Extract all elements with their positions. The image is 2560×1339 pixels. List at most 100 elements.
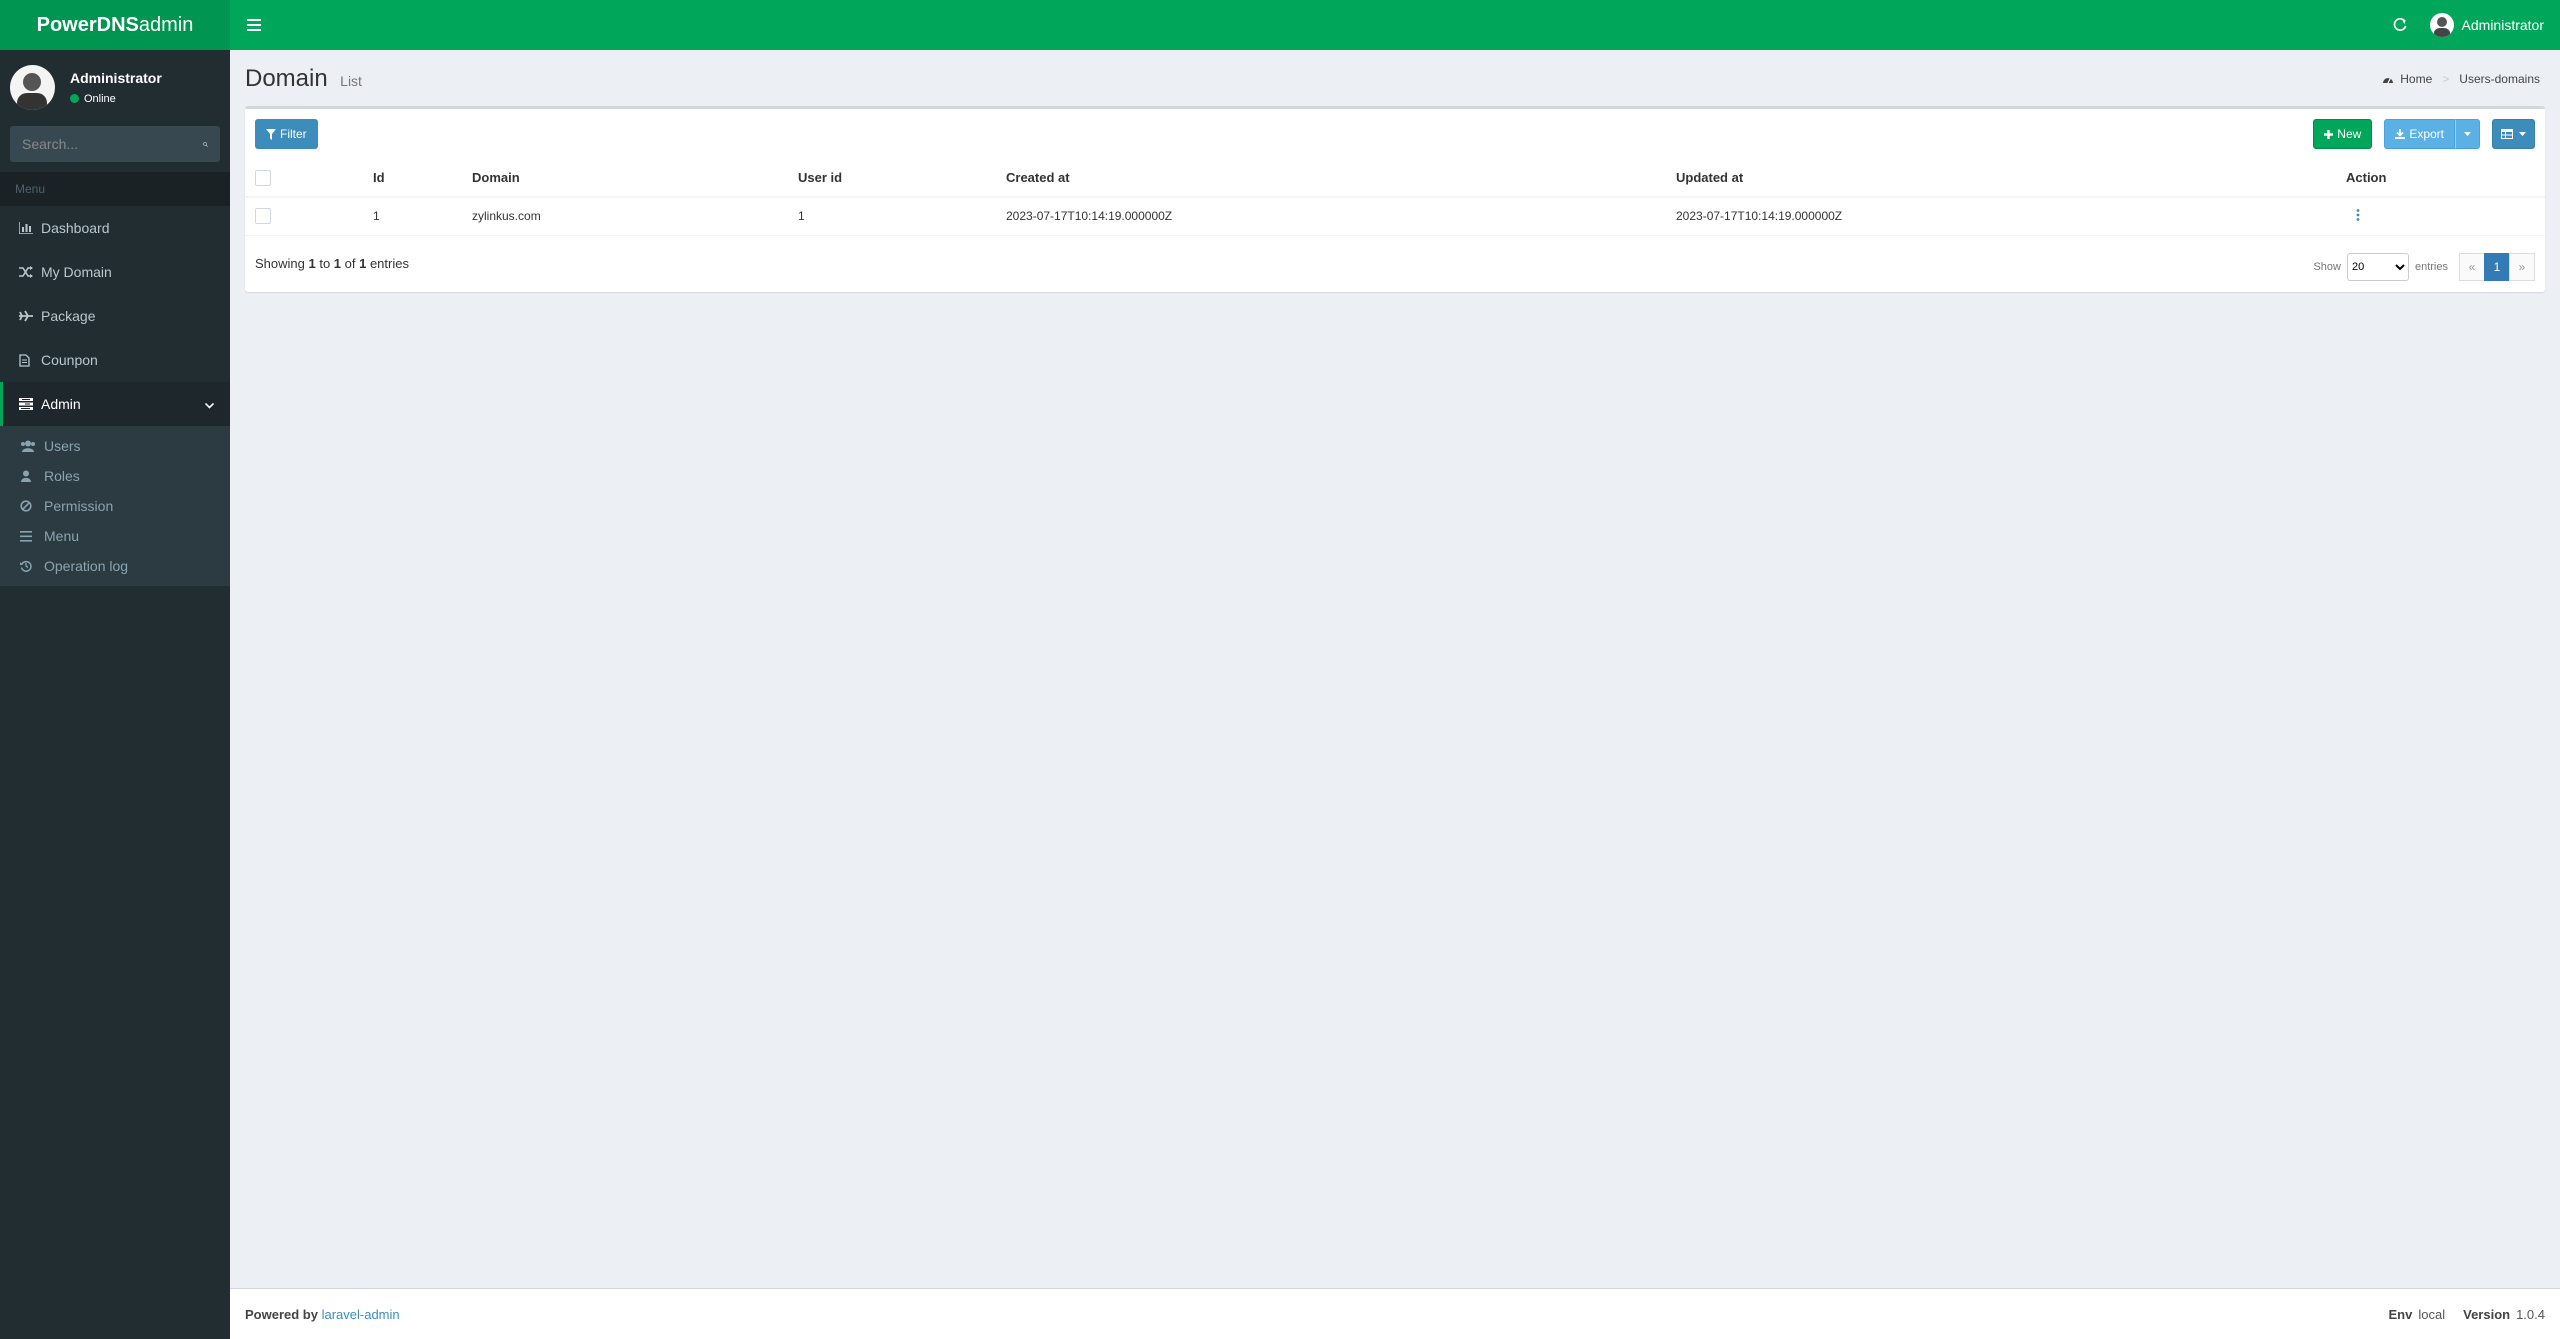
tasks-icon <box>19 398 33 410</box>
laravel-admin-link[interactable]: laravel-admin <box>322 1307 400 1322</box>
users-icon <box>21 440 35 452</box>
bars-icon <box>20 530 32 542</box>
cell-updated-at: 2023-07-17T10:14:19.000000Z <box>1676 197 2346 236</box>
column-header-domain[interactable]: Domain <box>472 159 798 198</box>
show-label: Show <box>2313 260 2341 273</box>
content-wrapper: Domain List Home > Users-domains Filter … <box>230 50 2560 1288</box>
column-header-action: Action <box>2346 159 2545 198</box>
new-button[interactable]: New <box>2313 119 2373 149</box>
user-menu[interactable]: Administrator <box>2420 13 2544 37</box>
column-header-id[interactable]: Id <box>373 159 472 198</box>
bar-chart-icon <box>19 222 33 234</box>
search-icon[interactable] <box>203 138 208 151</box>
breadcrumb-current: Users-domains <box>2459 72 2540 86</box>
row-actions-button[interactable] <box>2346 208 2360 224</box>
sidebar-item-my-domain[interactable]: My Domain <box>0 250 230 294</box>
sidebar-item-label: Users <box>44 438 81 454</box>
user-name: Administrator <box>2461 17 2544 33</box>
user-icon <box>21 470 31 482</box>
sidebar: Administrator Online Menu Dashboard My D… <box>0 50 230 1339</box>
logo-bold: PowerDNS <box>36 13 139 36</box>
cell-domain: zylinkus.com <box>472 197 798 236</box>
table-row: 1 zylinkus.com 1 2023-07-17T10:14:19.000… <box>245 197 2545 236</box>
per-page-select[interactable]: 20 <box>2346 252 2409 281</box>
entries-label: entries <box>2414 260 2448 273</box>
powered-by-label: Powered by <box>245 1306 318 1322</box>
online-dot-icon <box>70 94 79 103</box>
user-panel: Administrator Online <box>0 50 230 124</box>
page-subtitle: List <box>340 73 362 89</box>
logo-rest: admin <box>138 13 194 36</box>
history-icon <box>20 560 32 572</box>
env-label: Env <box>2388 1306 2413 1322</box>
summary-suffix: entries <box>366 256 409 271</box>
sidebar-item-admin[interactable]: Admin <box>0 382 230 426</box>
prev-page-button[interactable]: « <box>2459 252 2485 281</box>
data-table: Id Domain User id Created at Updated at … <box>245 159 2545 236</box>
export-button[interactable]: Export <box>2384 119 2455 149</box>
sidebar-item-label: Permission <box>44 498 114 514</box>
export-dropdown-toggle[interactable] <box>2455 119 2480 149</box>
sidebar-item-permission[interactable]: Permission <box>0 491 230 521</box>
cell-created-at: 2023-07-17T10:14:19.000000Z <box>1006 197 1676 236</box>
main-footer: Powered by laravel-admin Env local Versi… <box>230 1288 2560 1339</box>
sidebar-item-label: My Domain <box>41 264 112 280</box>
summary-to: 1 <box>333 256 342 271</box>
sidebar-toggle-button[interactable] <box>234 0 274 50</box>
sidebar-item-label: Package <box>41 308 96 324</box>
summary-from: 1 <box>308 256 316 271</box>
export-button-label: Export <box>2409 127 2444 141</box>
grid-toolbar: Filter New Export <box>245 109 2545 159</box>
plane-icon <box>19 310 33 322</box>
random-icon <box>19 266 33 278</box>
refresh-icon <box>2393 18 2407 32</box>
pagination: « 1 » <box>2459 252 2535 281</box>
sidebar-user-name: Administrator <box>70 69 162 86</box>
breadcrumb-home-link[interactable]: Home <box>2400 72 2432 86</box>
sidebar-item-label: Operation log <box>44 558 129 574</box>
summary-prefix: Showing <box>255 256 309 271</box>
filter-button[interactable]: Filter <box>255 119 318 149</box>
table-icon <box>2501 129 2513 139</box>
search-input[interactable] <box>22 136 203 152</box>
user-status-label: Online <box>84 92 116 105</box>
column-selector-button[interactable] <box>2492 119 2535 149</box>
hamburger-icon <box>247 19 261 31</box>
caret-down-icon <box>2464 132 2471 136</box>
chevron-down-icon <box>204 402 215 409</box>
caret-down-icon <box>2519 132 2526 136</box>
cell-user-id: 1 <box>798 197 1006 236</box>
app-logo[interactable]: PowerDNS admin <box>0 0 230 50</box>
row-checkbox[interactable] <box>255 208 271 225</box>
page-button-1[interactable]: 1 <box>2484 252 2510 281</box>
column-header-user-id[interactable]: User id <box>798 159 1006 198</box>
grid-box: Filter New Export Id Domain User id Crea… <box>245 106 2545 292</box>
summary-of-text: of <box>341 256 360 271</box>
select-all-checkbox[interactable] <box>255 169 271 186</box>
sidebar-item-label: Roles <box>44 468 80 484</box>
pagination-summary: Showing 1 to 1 of 1 entries <box>255 256 409 271</box>
plus-icon <box>2324 129 2334 139</box>
breadcrumb-separator: > <box>2442 72 2450 86</box>
env-value: local <box>2418 1306 2446 1322</box>
sidebar-item-users[interactable]: Users <box>0 431 230 461</box>
sidebar-item-menu[interactable]: Menu <box>0 521 230 551</box>
sidebar-item-operation-log[interactable]: Operation log <box>0 551 230 581</box>
refresh-button[interactable] <box>2380 0 2420 50</box>
table-header-row: Id Domain User id Created at Updated at … <box>245 159 2545 198</box>
sidebar-item-counpon[interactable]: Counpon <box>0 338 230 382</box>
sidebar-item-dashboard[interactable]: Dashboard <box>0 206 230 250</box>
sidebar-item-roles[interactable]: Roles <box>0 461 230 491</box>
ban-icon <box>20 500 32 512</box>
sidebar-search <box>10 126 220 162</box>
top-navbar: PowerDNS admin Administrator <box>0 0 2560 50</box>
column-header-created-at[interactable]: Created at <box>1006 159 1676 198</box>
column-header-updated-at[interactable]: Updated at <box>1676 159 2346 198</box>
next-page-button[interactable]: » <box>2509 252 2535 281</box>
sidebar-item-package[interactable]: Package <box>0 294 230 338</box>
user-avatar-icon <box>2433 17 2450 37</box>
filter-icon <box>266 128 276 140</box>
grid-footer: Showing 1 to 1 of 1 entries Show 20 entr… <box>245 236 2545 292</box>
version-label: Version <box>2463 1306 2511 1322</box>
file-icon <box>19 353 30 367</box>
